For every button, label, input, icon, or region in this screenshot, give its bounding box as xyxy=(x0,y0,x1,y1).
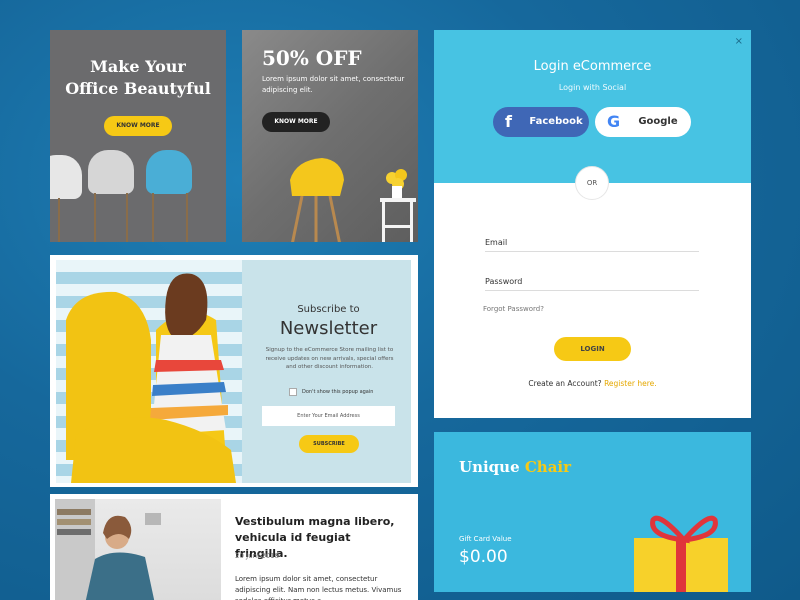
login-panel: × Login eCommerce Login with Social f Fa… xyxy=(434,30,751,418)
gift-card: Unique Chair Gift Card Value $0.00 xyxy=(434,432,751,592)
facebook-icon: f xyxy=(505,112,512,131)
or-divider: OR xyxy=(575,166,609,200)
login-button[interactable]: LOGIN xyxy=(554,337,631,361)
create-account-text: Create an Account? Register here. xyxy=(528,379,657,388)
promo-card-discount: 50% OFF Lorem ipsum dolor sit amet, cons… xyxy=(242,30,418,242)
blog-excerpt: Lorem ipsum dolor sit amet, consectetur … xyxy=(235,575,402,600)
know-more-button[interactable]: KNOW MORE xyxy=(262,112,330,132)
register-link[interactable]: Register here. xyxy=(604,379,657,388)
dont-show-checkbox[interactable] xyxy=(289,388,297,396)
login-header xyxy=(434,30,751,183)
login-title: Login eCommerce xyxy=(533,59,652,74)
woman-yellow-chair-image xyxy=(56,260,242,483)
newsletter-popup: Subscribe to Newsletter Signup to the eC… xyxy=(50,255,418,487)
email-label: Email xyxy=(485,238,508,247)
blog-card: Vestibulum magna libero, vehicula id feu… xyxy=(50,494,418,600)
discount-title: 50% OFF xyxy=(262,46,362,70)
promo-title: Make Your Office Beautyful xyxy=(65,57,211,98)
know-more-button[interactable]: KNOW MORE xyxy=(104,116,172,136)
gift-card-amount: $0.00 xyxy=(459,547,508,567)
email-field[interactable]: Email xyxy=(485,230,699,252)
close-icon[interactable]: × xyxy=(735,36,743,47)
login-subtitle: Login with Social xyxy=(558,83,627,92)
promo-card-office: Make Your Office Beautyful KNOW MORE xyxy=(50,30,226,242)
newsletter-description: Signup to the eCommerce Store mailing li… xyxy=(265,347,394,370)
gift-title: Unique Chair xyxy=(459,458,572,476)
subscribe-button[interactable]: SUBSCRIBE xyxy=(299,435,359,453)
yellow-chair-image xyxy=(290,158,416,242)
gift-bow-icon xyxy=(650,515,718,544)
gift-card-label: Gift Card Value xyxy=(459,535,512,543)
dont-show-label: Don't show this popup again xyxy=(302,389,374,395)
blog-date: 20 Juni 2018 xyxy=(235,552,280,560)
facebook-login-button[interactable]: f Facebook xyxy=(493,107,589,137)
blog-image xyxy=(55,499,221,600)
forgot-password-link[interactable]: Forgot Password? xyxy=(483,305,544,313)
google-icon: G xyxy=(607,112,621,131)
chair-image-blue xyxy=(146,150,192,194)
password-field[interactable]: Password xyxy=(485,269,699,291)
chair-image-white xyxy=(50,155,82,199)
password-label: Password xyxy=(485,277,523,286)
newsletter-subtitle: Subscribe to xyxy=(297,304,360,315)
chair-image-grey xyxy=(88,150,134,194)
newsletter-title: Newsletter xyxy=(279,318,378,339)
newsletter-email-input[interactable]: Enter Your Email Address xyxy=(262,406,395,426)
gift-ribbon xyxy=(676,538,686,592)
google-login-button[interactable]: G Google xyxy=(595,107,691,137)
discount-description: Lorem ipsum dolor sit amet, consectetur … xyxy=(262,75,405,94)
